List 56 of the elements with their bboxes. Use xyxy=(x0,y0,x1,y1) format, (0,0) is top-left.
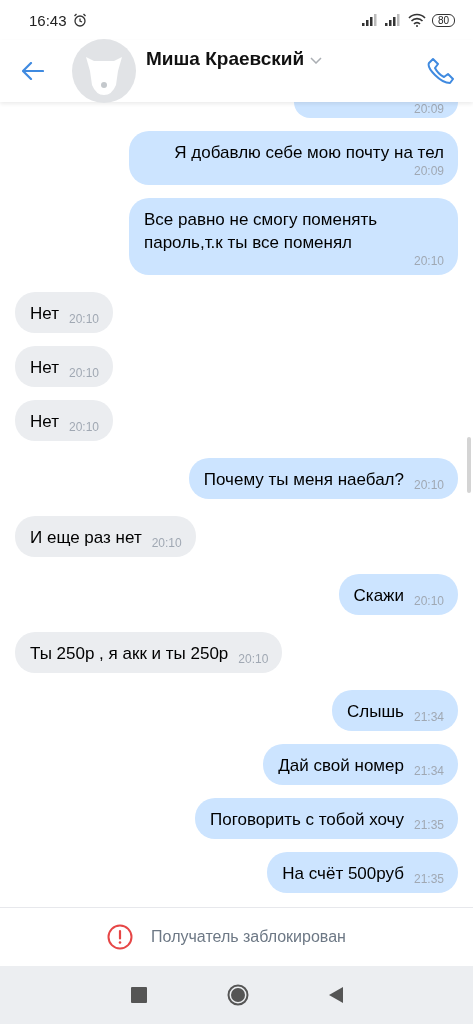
message-time: 20:10 xyxy=(151,536,182,550)
message-time: 21:34 xyxy=(413,764,444,778)
message-bubble[interactable]: Нет 20:10 xyxy=(15,292,113,333)
message-text: Поговорить с тобой хочу xyxy=(209,809,404,831)
message-text: Нет xyxy=(30,303,59,325)
message-time: 20:09 xyxy=(413,164,444,178)
message-text: Все равно не смогу поменять пароль,т.к ты все поменял xyxy=(144,209,379,254)
message-text: Скажи xyxy=(353,585,404,607)
message-bubble[interactable]: Скажи 20:10 xyxy=(338,574,458,615)
message-text: На счёт 500руб xyxy=(282,863,404,885)
warning-icon xyxy=(107,924,134,950)
message-time: 20:10 xyxy=(68,312,99,326)
message-time: 20:10 xyxy=(68,366,99,380)
message-time: 21:35 xyxy=(413,872,444,886)
message-bubble[interactable]: Почему ты меня наебал? 20:10 xyxy=(188,458,458,499)
blocked-notice: Получатель заблокирован xyxy=(151,928,346,946)
message-bubble[interactable]: На счёт 500руб 21:35 xyxy=(267,852,458,893)
message-time: 21:34 xyxy=(413,710,444,724)
scrollbar[interactable] xyxy=(467,437,471,493)
message-text: Слышь xyxy=(347,701,404,723)
status-time: 16:43 xyxy=(29,11,67,29)
recents-button[interactable] xyxy=(130,987,147,1003)
message-bubble[interactable]: Нет 20:10 xyxy=(15,400,113,441)
message-text: И еще раз нет xyxy=(30,527,142,549)
message-text: Я добавлю себе мою почту на тел xyxy=(174,142,444,164)
message-bubble[interactable]: Все равно не смогу поменять пароль,т.к ты все поменял 20:10 xyxy=(129,198,458,275)
message-bubble[interactable]: Я добавлю себе мою почту на тел 20:09 xyxy=(129,131,458,185)
contact-name[interactable]: Миша Краевский xyxy=(146,48,305,70)
message-time: 20:10 xyxy=(413,478,444,492)
message-time: 20:10 xyxy=(413,594,444,608)
signal-icon xyxy=(384,14,402,26)
message-text: Нет xyxy=(30,411,59,433)
message-time: 20:10 xyxy=(238,652,269,666)
message-bubble[interactable]: Дай свой номер 21:34 xyxy=(263,744,458,785)
message-bubble[interactable]: Нет 20:10 xyxy=(15,346,113,387)
message-bubble[interactable]: Слышь 21:34 xyxy=(332,690,458,731)
message-text: Дай свой номер xyxy=(278,755,404,777)
back-button[interactable] xyxy=(328,987,343,1003)
back-arrow-icon[interactable] xyxy=(22,62,44,80)
chevron-down-icon[interactable] xyxy=(310,57,323,64)
phone-icon[interactable] xyxy=(427,57,455,85)
alarm-icon xyxy=(72,13,87,27)
battery-level: 80 xyxy=(431,13,455,27)
home-button[interactable] xyxy=(226,984,249,1006)
message-bubble[interactable]: Ты 250р , я акк и ты 250р 20:10 xyxy=(15,632,283,673)
message-time: 20:10 xyxy=(413,254,444,268)
message-time: 21:35 xyxy=(413,818,444,832)
signal-icon xyxy=(361,14,379,26)
message-text: Ты 250р , я акк и ты 250р xyxy=(30,643,229,665)
message-time: 20:09 xyxy=(413,102,444,116)
wifi-icon xyxy=(407,13,426,27)
message-text: Почему ты меня наебал? xyxy=(203,469,404,491)
message-text: Нет xyxy=(30,357,59,379)
message-time: 20:10 xyxy=(68,420,99,434)
message-bubble[interactable]: И еще раз нет 20:10 xyxy=(15,516,196,557)
message-bubble[interactable]: Поговорить с тобой хочу 21:35 xyxy=(194,798,458,839)
